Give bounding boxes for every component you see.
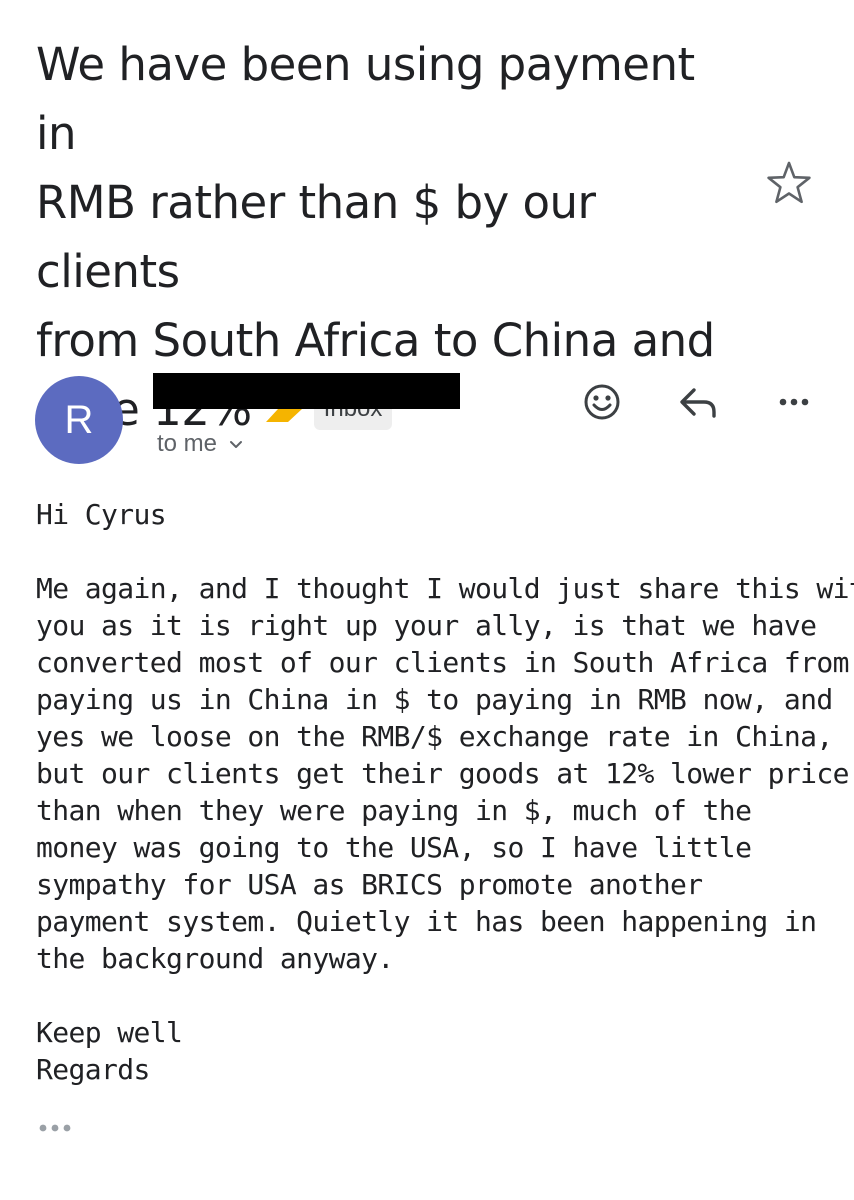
- chevron-down-icon: [230, 440, 243, 448]
- body-line: payment system. Quietly it has been happ…: [36, 905, 817, 938]
- recipient-label: to me: [157, 430, 218, 457]
- add-reaction-icon[interactable]: [578, 378, 626, 426]
- body-line: paying us in China in $ to paying in RMB…: [36, 683, 833, 716]
- body-line: converted most of our clients in South A…: [36, 646, 849, 679]
- greeting-line: Hi Cyrus: [36, 498, 167, 531]
- signoff-line: Regards: [36, 1053, 150, 1086]
- body-line: than when they were paying in $, much of…: [36, 794, 752, 827]
- greeting: Hi Cyrus: [36, 496, 836, 533]
- signoff: Keep well Regards: [36, 1014, 836, 1088]
- reply-icon[interactable]: [674, 378, 722, 426]
- more-options-icon[interactable]: [770, 378, 818, 426]
- subject-line-1: We have been using payment in: [36, 38, 695, 160]
- star-icon[interactable]: [764, 158, 814, 208]
- sender-avatar[interactable]: R: [35, 376, 123, 464]
- subject-line-3: from South Africa to China and: [36, 314, 715, 367]
- body-line: you as it is right up your ally, is that…: [36, 609, 817, 642]
- body-line: sympathy for USA as BRICS promote anothe…: [36, 868, 703, 901]
- sender-name-redacted: [153, 373, 460, 409]
- recipient-details-toggle[interactable]: to me: [157, 428, 243, 460]
- body-paragraph: Me again, and I thought I would just sha…: [36, 570, 854, 977]
- body-line: money was going to the USA, so I have li…: [36, 831, 752, 864]
- subject-line-2: RMB rather than $ by our clients: [36, 176, 596, 298]
- email-body: Hi Cyrus Me again, and I thought I would…: [36, 496, 854, 1125]
- body-line: yes we loose on the RMB/$ exchange rate …: [36, 720, 833, 753]
- show-trimmed-content-icon[interactable]: [36, 1118, 76, 1138]
- body-line: Me again, and I thought I would just sha…: [36, 572, 854, 605]
- body-line: the background anyway.: [36, 942, 394, 975]
- signoff-line: Keep well: [36, 1016, 183, 1049]
- body-line: but our clients get their goods at 12% l…: [36, 757, 849, 790]
